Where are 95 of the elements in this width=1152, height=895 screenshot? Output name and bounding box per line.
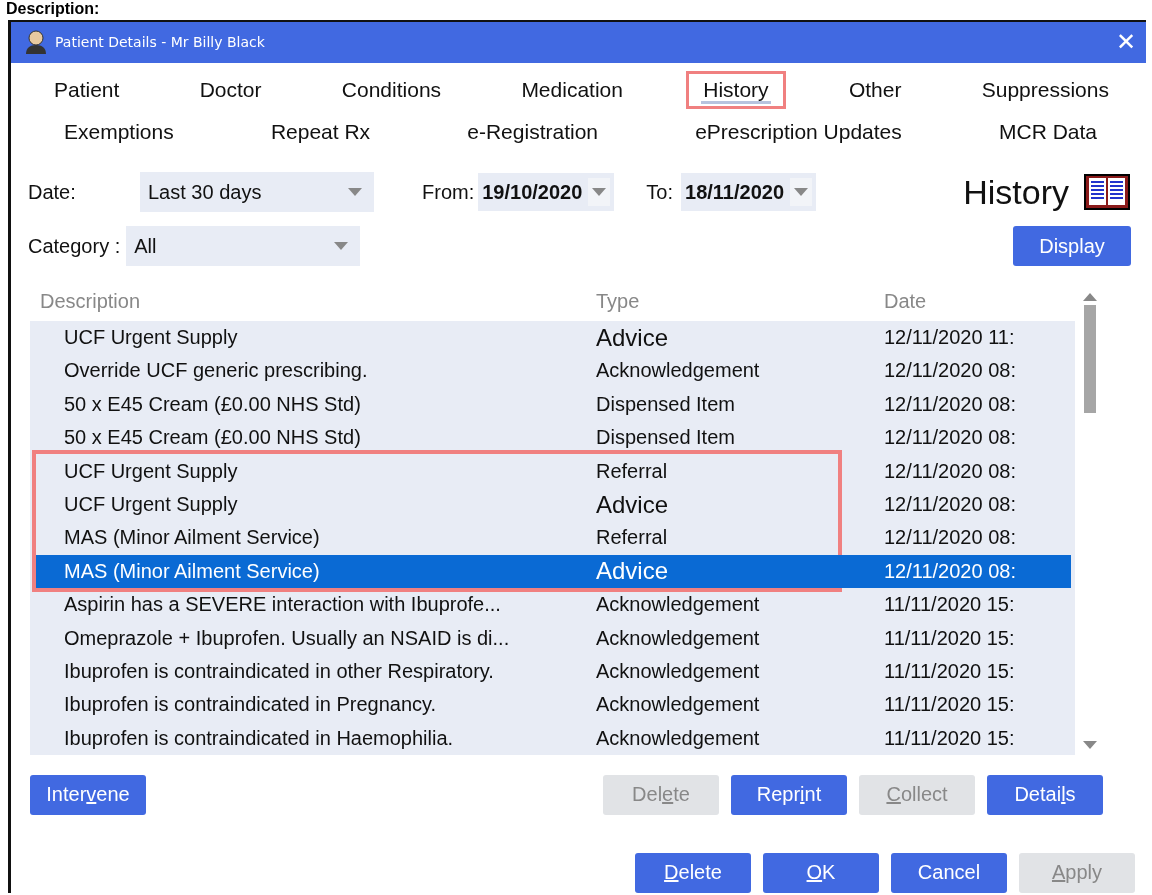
table-cell-text: MAS (Minor Ailment Service) xyxy=(64,559,321,583)
table-cell-text: Aspirin has a SEVERE interaction with Ibuprofe... xyxy=(64,593,502,617)
field-label: Date: xyxy=(28,180,77,204)
table-cell-text: Acknowledgement xyxy=(596,626,761,650)
table-cell-text: Ibuprofen is contraindicated in other Respiratory. xyxy=(64,660,495,683)
action-button[interactable]: OK xyxy=(763,852,879,893)
person-icon xyxy=(25,30,47,55)
heading: Description: xyxy=(5,0,101,19)
table-cell-text: Advice xyxy=(596,490,670,519)
table-row[interactable]: Ibuprofen is contraindicated in other Respiratory. Acknowledgement 11/11/2020 15: xyxy=(30,654,1075,689)
table-cell-text: Referral xyxy=(596,459,669,483)
table-row[interactable]: Override UCF generic prescribing. Acknowledgement 12/11/2020 08: xyxy=(30,354,1075,388)
caret-icon xyxy=(348,188,362,197)
tab[interactable]: Patient xyxy=(37,70,137,109)
action-button[interactable]: Details xyxy=(987,774,1103,815)
tab[interactable]: History xyxy=(686,70,786,109)
table-cell-text: Referral xyxy=(596,526,669,550)
tab[interactable]: Doctor xyxy=(182,70,279,109)
table-row[interactable]: UCF Urgent Supply Advice 12/11/2020 08: xyxy=(36,487,1071,522)
scrollbar-thumb[interactable] xyxy=(1084,304,1096,413)
table-cell-text: Override UCF generic prescribing. xyxy=(64,359,369,383)
tab[interactable]: Repeat Rx xyxy=(253,113,388,152)
section-title: History xyxy=(963,172,1069,212)
table-row[interactable]: MAS (Minor Ailment Service) Referral 12/11/2020 08: xyxy=(36,521,1071,555)
table-cell-text: Ibuprofen is contraindicated in Pregnancy. xyxy=(64,693,438,717)
table-row[interactable]: Ibuprofen is contraindicated in Haemophilia. Acknowledgement 11/11/2020 15: xyxy=(30,721,1075,755)
table-row[interactable]: UCF Urgent Supply Referral 12/11/2020 08: xyxy=(36,454,1071,488)
table-row[interactable]: MAS (Minor Ailment Service) Advice 12/11/2020 08: xyxy=(36,554,1071,588)
scroll-down-icon[interactable] xyxy=(1083,740,1097,749)
caret-icon xyxy=(334,242,349,251)
table-cell-text: Acknowledgement xyxy=(596,593,761,617)
table-cell-text: Dispensed Item xyxy=(596,426,736,450)
date-field[interactable]: 18/11/2020 xyxy=(681,173,816,212)
scroll-up-icon[interactable] xyxy=(1083,292,1097,301)
action-button[interactable]: Intervene xyxy=(30,774,146,815)
table-row[interactable]: Ibuprofen is contraindicated in Pregnancy. Acknowledgement 11/11/2020 15: xyxy=(30,688,1075,722)
date-field[interactable]: 19/10/2020 xyxy=(478,173,615,212)
column-header[interactable]: Type xyxy=(596,290,884,314)
tab[interactable]: Medication xyxy=(504,70,640,109)
table-cell-text: 12/11/2020 08: xyxy=(884,359,1017,383)
table-cell-text: 12/11/2020 08: xyxy=(884,559,1017,583)
table-row[interactable]: Omeprazole + Ibuprofen. Usually an NSAID is di... Acknowledgement 11/11/2020 15: xyxy=(30,621,1075,655)
tab[interactable]: e-Registration xyxy=(450,113,615,152)
table-row[interactable]: 50 x E45 Cream (£0.00 NHS Std) Dispensed Item 12/11/2020 08: xyxy=(30,387,1075,422)
table-cell-text: 11/11/2020 15: xyxy=(884,660,1016,683)
tab[interactable]: MCR Data xyxy=(981,113,1114,152)
book-icon xyxy=(1083,173,1131,212)
table-cell-text: Omeprazole + Ibuprofen. Usually an NSAID is di... xyxy=(64,626,511,650)
table-cell-text: 11/11/2020 15: xyxy=(884,693,1016,717)
column-header[interactable]: Description xyxy=(40,290,596,314)
table-cell-text: Acknowledgement xyxy=(596,660,761,683)
action-button[interactable]: Cancel xyxy=(891,852,1007,893)
tab[interactable]: Other xyxy=(831,70,919,109)
table-cell-text: 50 x E45 Cream (£0.00 NHS Std) xyxy=(64,426,362,450)
table-cell-text: 11/11/2020 15: xyxy=(884,626,1016,650)
field-label: Category : xyxy=(28,234,121,258)
table-cell-text: MAS (Minor Ailment Service) xyxy=(64,526,321,550)
action-button[interactable]: Delete xyxy=(635,852,751,893)
table-cell-text: Ibuprofen is contraindicated in Haemophilia. xyxy=(64,726,455,750)
tab[interactable]: Exemptions xyxy=(47,113,191,152)
table-cell-text: 11/11/2020 15: xyxy=(884,593,1016,617)
date-range-dropdown[interactable]: Last 30 days xyxy=(140,172,374,213)
table-cell-text: Advice xyxy=(596,557,670,586)
display-button[interactable]: Display xyxy=(1013,226,1131,267)
action-button[interactable]: Reprint xyxy=(731,774,847,815)
table-cell-text: UCF Urgent Supply xyxy=(64,493,239,517)
table-cell-text: 12/11/2020 08: xyxy=(884,426,1017,450)
table-row[interactable]: Aspirin has a SEVERE interaction with Ibuprofe... Acknowledgement 11/11/2020 15: xyxy=(30,588,1075,622)
table-cell-text: 12/11/2020 08: xyxy=(884,526,1017,550)
close-icon[interactable]: ✕ xyxy=(1116,28,1136,57)
table-cell-text: 12/11/2020 08: xyxy=(884,392,1017,416)
table-cell-text: Advice xyxy=(596,323,670,352)
table-cell-text: UCF Urgent Supply xyxy=(64,459,239,483)
caret-icon xyxy=(794,188,808,197)
table-cell-text: 12/11/2020 08: xyxy=(884,493,1017,517)
tab[interactable]: ePrescription Updates xyxy=(678,113,919,152)
table-cell-text: Acknowledgement xyxy=(596,359,761,383)
category-dropdown[interactable]: All xyxy=(126,226,361,267)
table-cell-text: Dispensed Item xyxy=(596,392,736,416)
tab[interactable]: Suppressions xyxy=(964,70,1126,109)
field-label: To: xyxy=(646,180,673,204)
table-cell-text: UCF Urgent Supply xyxy=(64,326,239,350)
table-cell-text: 50 x E45 Cream (£0.00 NHS Std) xyxy=(64,392,362,416)
tab[interactable]: Conditions xyxy=(324,70,459,109)
table-cell-text: 11/11/2020 15: xyxy=(884,726,1016,750)
column-header[interactable]: Date xyxy=(884,290,1075,314)
table-cell-text: 12/11/2020 11: xyxy=(884,326,1016,350)
table-cell-text: Acknowledgement xyxy=(596,693,761,717)
window-title: Patient Details - Mr Billy Black xyxy=(55,34,266,51)
table-cell-text: Acknowledgement xyxy=(596,726,761,750)
table-row[interactable]: 50 x E45 Cream (£0.00 NHS Std) Dispensed Item 12/11/2020 08: xyxy=(30,421,1075,455)
caret-icon xyxy=(592,188,607,197)
table-cell-text: 12/11/2020 08: xyxy=(884,459,1017,483)
field-label: From: xyxy=(422,180,475,204)
table-row[interactable]: UCF Urgent Supply Advice 12/11/2020 11: xyxy=(30,320,1075,355)
